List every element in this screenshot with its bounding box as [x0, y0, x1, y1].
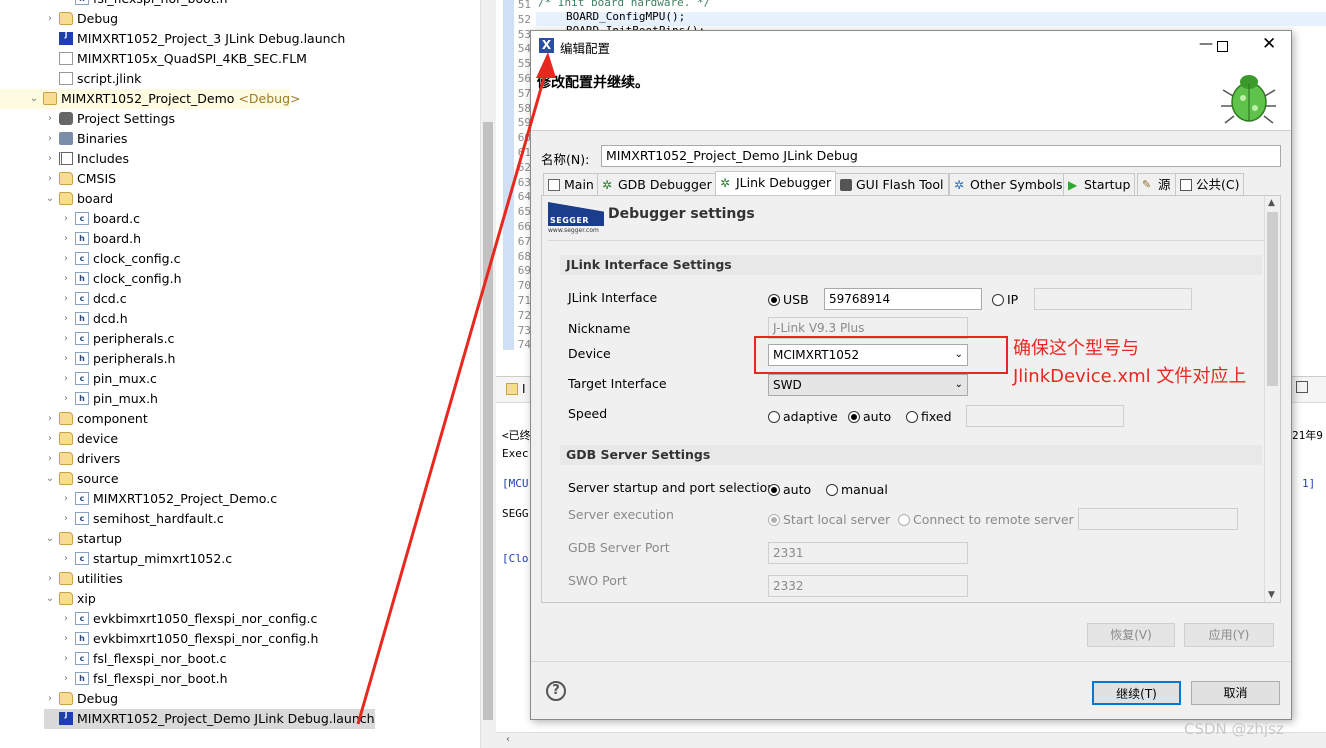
annotation-arrow — [356, 52, 556, 725]
watermark: CSDN @zhjsz — [1184, 720, 1284, 738]
